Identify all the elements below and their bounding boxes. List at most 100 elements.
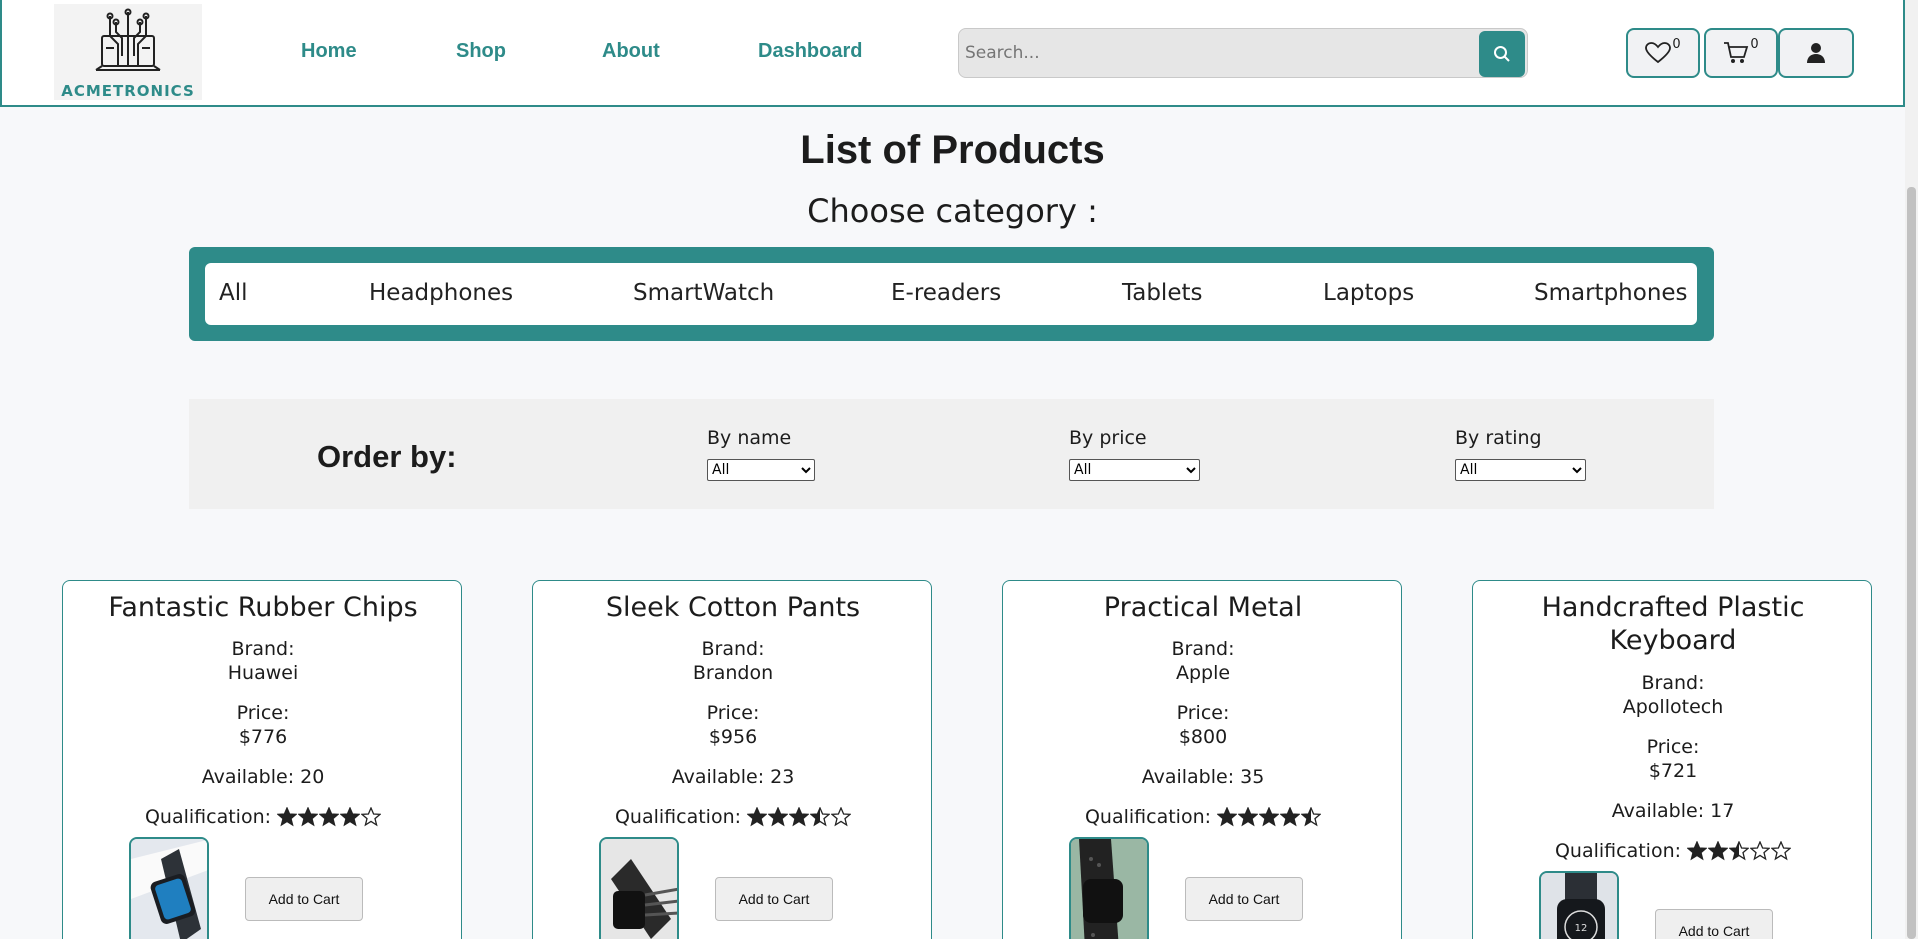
category-tablets[interactable]: Tablets bbox=[1122, 280, 1202, 306]
cart-count: 0 bbox=[1750, 36, 1759, 52]
search-button[interactable] bbox=[1479, 31, 1525, 77]
star-filled-icon bbox=[1217, 807, 1238, 827]
add-to-cart-button[interactable]: Add to Cart bbox=[245, 877, 363, 921]
by-price-select[interactable]: All bbox=[1069, 459, 1200, 481]
available-text: Available: 35 bbox=[1141, 766, 1265, 788]
price-value: $800 bbox=[1178, 726, 1228, 748]
price-label: Price: bbox=[706, 702, 760, 724]
star-filled-icon bbox=[298, 807, 319, 827]
product-image[interactable] bbox=[599, 837, 679, 939]
heart-icon bbox=[1645, 42, 1672, 64]
page-title: List of Products bbox=[800, 128, 1105, 172]
price-value: $721 bbox=[1648, 760, 1698, 782]
available-text: Available: 20 bbox=[201, 766, 325, 788]
star-filled-icon bbox=[1259, 807, 1280, 827]
star-filled-icon bbox=[1687, 841, 1708, 861]
product-image[interactable] bbox=[129, 837, 209, 939]
brand-value: Huawei bbox=[227, 662, 299, 684]
star-filled-icon bbox=[768, 807, 789, 827]
star-filled-icon bbox=[1708, 841, 1729, 861]
category-smartwatch[interactable]: SmartWatch bbox=[633, 280, 774, 306]
product-card: Fantastic Rubber Chips Brand: Huawei Pri… bbox=[62, 580, 462, 939]
circuit-laptop-icon bbox=[95, 8, 161, 71]
add-to-cart-button[interactable]: Add to Cart bbox=[715, 877, 833, 921]
product-name: Handcrafted Plastic Keyboard bbox=[1541, 592, 1805, 656]
by-price-label: By price bbox=[1069, 427, 1147, 449]
logo-text: ACMETRONICS bbox=[61, 82, 195, 100]
star-filled-icon bbox=[319, 807, 340, 827]
brand-label: Brand: bbox=[1171, 638, 1235, 660]
cart-icon bbox=[1724, 42, 1749, 63]
category-e-readers[interactable]: E-readers bbox=[891, 280, 1001, 306]
qualification-label: Qualification: bbox=[614, 806, 742, 828]
nav-about[interactable]: About bbox=[602, 40, 660, 63]
choose-category-label: Choose category : bbox=[807, 192, 1098, 230]
rating-stars bbox=[277, 807, 382, 827]
wishlist-button[interactable]: 0 bbox=[1626, 28, 1700, 78]
nav-dashboard[interactable]: Dashboard bbox=[758, 40, 862, 63]
price-label: Price: bbox=[1176, 702, 1230, 724]
order-title: Order by: bbox=[317, 439, 457, 474]
star-half-icon bbox=[1729, 841, 1750, 861]
star-empty-icon bbox=[831, 807, 852, 827]
price-label: Price: bbox=[236, 702, 290, 724]
category-list: All Headphones SmartWatch E-readers Tabl… bbox=[205, 263, 1697, 325]
qualification-row: Qualification: bbox=[1473, 839, 1873, 863]
star-empty-icon bbox=[1750, 841, 1771, 861]
by-rating-select[interactable]: All bbox=[1455, 459, 1586, 481]
star-half-icon bbox=[1301, 807, 1322, 827]
smartwatch-image bbox=[1071, 839, 1147, 939]
smartwatch-image bbox=[131, 839, 207, 939]
brand-label: Brand: bbox=[1641, 672, 1705, 694]
product-card: Handcrafted Plastic Keyboard Brand: Apol… bbox=[1472, 580, 1872, 939]
qualification-label: Qualification: bbox=[1554, 840, 1682, 862]
star-filled-icon bbox=[1280, 807, 1301, 827]
add-to-cart-button[interactable]: Add to Cart bbox=[1655, 909, 1773, 939]
smartwatch-image bbox=[601, 839, 677, 939]
rating-stars bbox=[1687, 841, 1792, 861]
qualification-row: Qualification: bbox=[533, 805, 933, 829]
scrollbar-thumb[interactable] bbox=[1907, 187, 1916, 939]
rating-stars bbox=[1217, 807, 1322, 827]
brand-value: Brandon bbox=[692, 662, 774, 684]
product-image[interactable]: 12 bbox=[1539, 871, 1619, 939]
available-text: Available: 23 bbox=[671, 766, 795, 788]
nav-home[interactable]: Home bbox=[301, 40, 357, 63]
smartwatch-image: 12 bbox=[1541, 873, 1617, 939]
by-name-label: By name bbox=[707, 427, 792, 449]
star-empty-icon bbox=[361, 807, 382, 827]
product-name: Sleek Cotton Pants bbox=[605, 592, 861, 623]
star-filled-icon bbox=[789, 807, 810, 827]
search-input[interactable] bbox=[965, 38, 1465, 68]
category-bar: All Headphones SmartWatch E-readers Tabl… bbox=[189, 247, 1714, 341]
brand-label: Brand: bbox=[231, 638, 295, 660]
header: ACMETRONICS Home Shop About Dashboard 0 … bbox=[0, 0, 1905, 107]
category-all[interactable]: All bbox=[219, 280, 248, 306]
price-value: $956 bbox=[708, 726, 758, 748]
by-name-select[interactable]: All bbox=[707, 459, 815, 481]
star-filled-icon bbox=[1238, 807, 1259, 827]
user-button[interactable] bbox=[1778, 28, 1854, 78]
category-laptops[interactable]: Laptops bbox=[1323, 280, 1414, 306]
star-empty-icon bbox=[1771, 841, 1792, 861]
svg-text:12: 12 bbox=[1575, 923, 1588, 934]
available-text: Available: 17 bbox=[1611, 800, 1735, 822]
category-smartphones[interactable]: Smartphones bbox=[1534, 280, 1688, 306]
product-name: Fantastic Rubber Chips bbox=[108, 592, 418, 623]
price-value: $776 bbox=[238, 726, 288, 748]
product-card: Practical Metal Brand: Apple Price: $800… bbox=[1002, 580, 1402, 939]
logo[interactable]: ACMETRONICS bbox=[54, 4, 202, 100]
order-panel: Order by: By name All By price All By ra… bbox=[189, 399, 1714, 509]
user-icon bbox=[1807, 43, 1825, 63]
by-rating-label: By rating bbox=[1455, 427, 1542, 449]
cart-button[interactable]: 0 bbox=[1704, 28, 1778, 78]
qualification-row: Qualification: bbox=[63, 805, 463, 829]
add-to-cart-button[interactable]: Add to Cart bbox=[1185, 877, 1303, 921]
star-filled-icon bbox=[340, 807, 361, 827]
product-image[interactable] bbox=[1069, 837, 1149, 939]
category-headphones[interactable]: Headphones bbox=[369, 280, 513, 306]
brand-value: Apollotech bbox=[1622, 696, 1724, 718]
nav-shop[interactable]: Shop bbox=[456, 40, 506, 63]
brand-value: Apple bbox=[1175, 662, 1231, 684]
brand-label: Brand: bbox=[701, 638, 765, 660]
